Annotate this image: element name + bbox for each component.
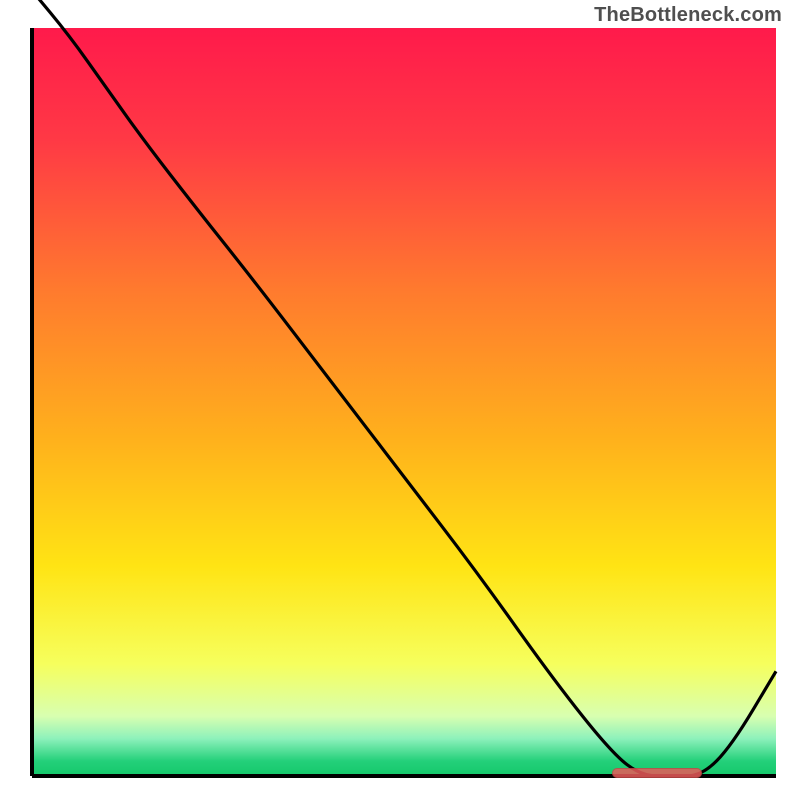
chart-stage: TheBottleneck.com <box>0 0 800 800</box>
optimal-range-marker <box>612 768 701 778</box>
chart-svg <box>0 0 800 800</box>
